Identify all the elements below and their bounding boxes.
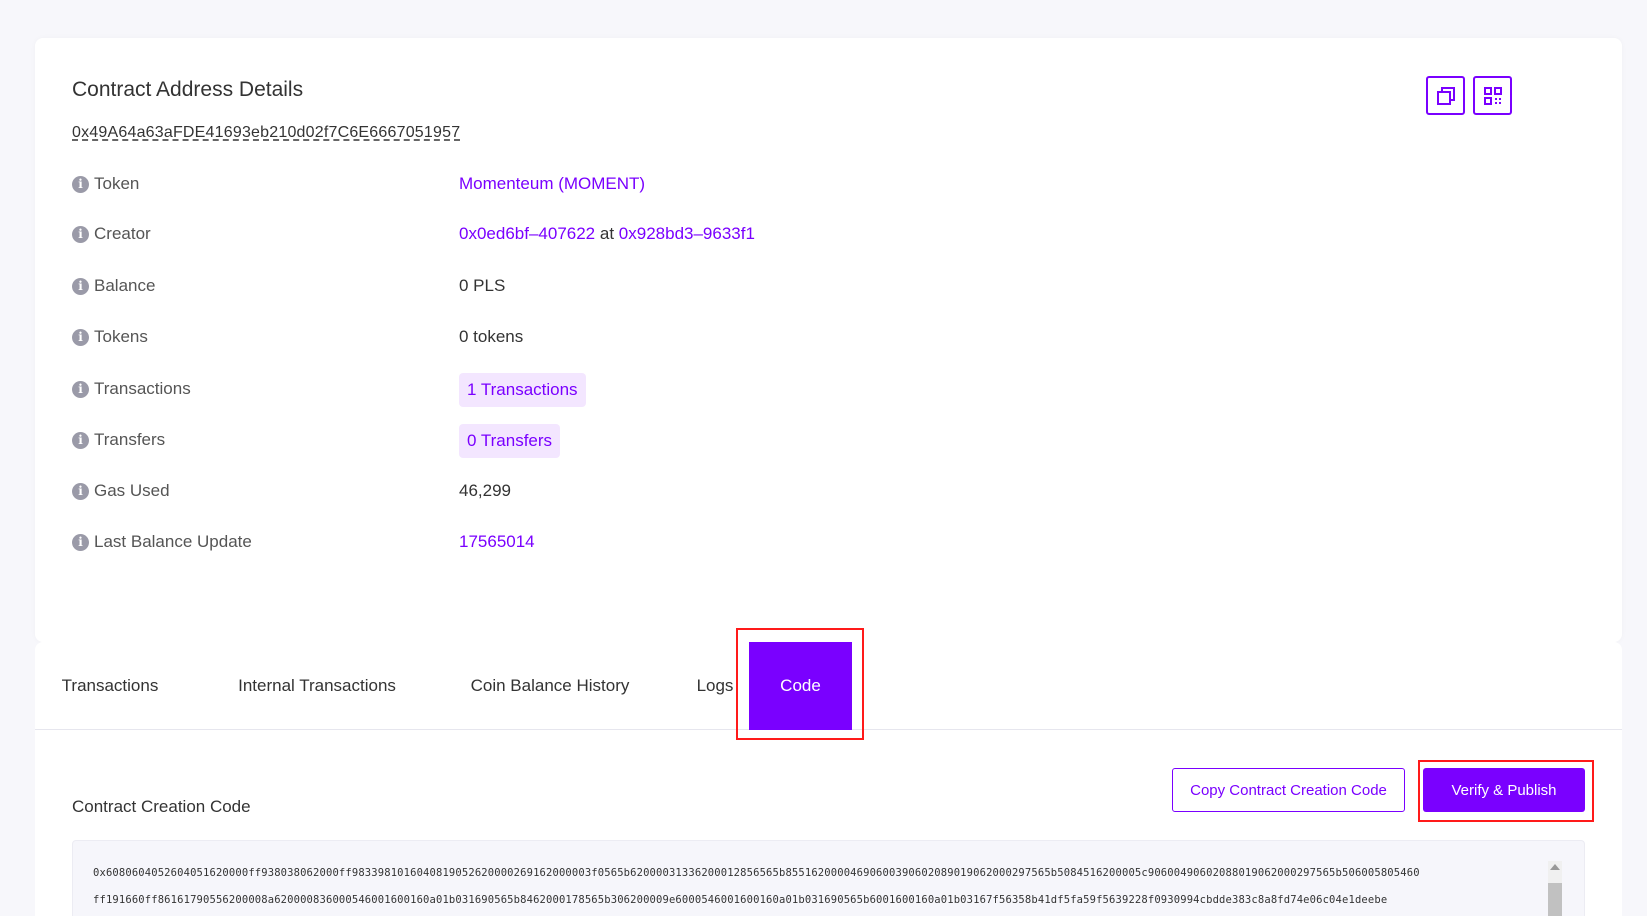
code-tab-highlight <box>736 628 864 740</box>
info-icon[interactable]: i <box>72 277 89 295</box>
tab-internal-transactions[interactable]: Internal Transactions <box>217 642 417 730</box>
token-link[interactable]: Momenteum (MOMENT) <box>459 174 645 193</box>
contract-creation-code-block[interactable]: 0x6080604052604051620000ff938038062000ff… <box>72 840 1585 916</box>
detail-row-last-balance-update: i Last Balance Update 17565014 <box>72 532 1272 556</box>
copy-address-button[interactable] <box>1426 76 1465 115</box>
copy-contract-creation-code-button[interactable]: Copy Contract Creation Code <box>1172 768 1405 812</box>
row-label: Token <box>94 174 140 193</box>
balance-value: 0 PLS <box>459 276 506 295</box>
code-scrollbar[interactable] <box>1548 861 1562 916</box>
creator-address-link[interactable]: 0x0ed6bf–407622 <box>459 224 595 243</box>
contract-details-card: Contract Address Details 0x49A64a63aFDE4… <box>35 38 1622 642</box>
creator-at-text: at <box>599 224 615 243</box>
scroll-up-arrow-icon[interactable] <box>1550 864 1560 870</box>
code-line: ff191660ff86161790556200008a620000836000… <box>93 894 1388 906</box>
verify-publish-highlight <box>1418 760 1594 822</box>
tokens-value: 0 tokens <box>459 327 524 346</box>
info-icon[interactable]: i <box>72 533 89 551</box>
transactions-count-badge[interactable]: 1 Transactions <box>459 373 586 407</box>
row-label: Gas Used <box>94 481 170 500</box>
info-icon[interactable]: i <box>72 380 89 398</box>
transfers-count-badge[interactable]: 0 Transfers <box>459 424 561 458</box>
qr-code-button[interactable] <box>1473 76 1512 115</box>
last-balance-block-link[interactable]: 17565014 <box>459 532 535 551</box>
tab-coin-balance-history[interactable]: Coin Balance History <box>445 642 655 730</box>
tab-transactions[interactable]: Transactions <box>35 642 185 730</box>
copy-icon <box>1436 86 1455 105</box>
gas-used-value: 46,299 <box>459 481 511 500</box>
detail-row-gas-used: i Gas Used 46,299 <box>72 481 1272 505</box>
info-icon[interactable]: i <box>72 175 89 193</box>
qr-code-icon <box>1483 86 1502 105</box>
page-title: Contract Address Details <box>72 78 304 101</box>
info-icon[interactable]: i <box>72 328 89 346</box>
info-icon[interactable]: i <box>72 431 89 449</box>
row-label: Balance <box>94 276 156 295</box>
row-label: Creator <box>94 224 151 243</box>
scroll-thumb[interactable] <box>1548 883 1562 916</box>
detail-row-token: i Token Momenteum (MOMENT) <box>72 174 1272 198</box>
contract-creation-code-title: Contract Creation Code <box>72 797 251 816</box>
detail-row-creator: i Creator 0x0ed6bf–407622 at 0x928bd3–963… <box>72 224 1272 248</box>
creator-tx-link[interactable]: 0x928bd3–9633f1 <box>619 224 755 243</box>
code-line: 0x6080604052604051620000ff938038062000ff… <box>93 867 1420 879</box>
detail-row-transactions: i Transactions 1 Transactions <box>72 373 1272 407</box>
detail-row-balance: i Balance 0 PLS <box>72 276 1272 300</box>
info-icon[interactable]: i <box>72 482 89 500</box>
row-label: Tokens <box>94 327 148 346</box>
info-icon[interactable]: i <box>72 225 89 243</box>
row-label: Transfers <box>94 430 166 449</box>
contract-address[interactable]: 0x49A64a63aFDE41693eb210d02f7C6E66670519… <box>72 124 460 142</box>
detail-row-tokens: i Tokens 0 tokens <box>72 327 1272 351</box>
row-label: Last Balance Update <box>94 532 252 551</box>
row-label: Transactions <box>94 379 191 398</box>
detail-row-transfers: i Transfers 0 Transfers <box>72 424 1272 458</box>
